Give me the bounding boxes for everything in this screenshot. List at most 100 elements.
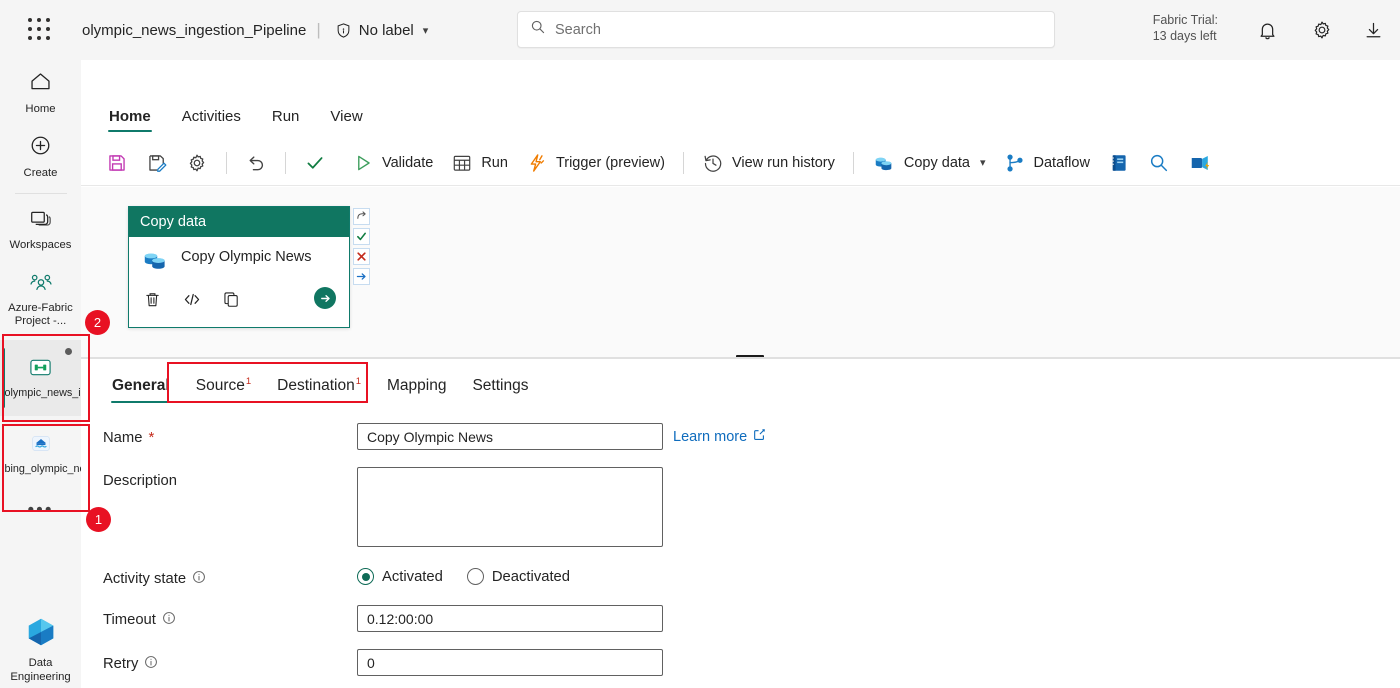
toolbar-divider xyxy=(285,151,286,174)
sensitivity-label-button[interactable]: No label ▾ xyxy=(335,21,428,39)
run-button[interactable]: Validate xyxy=(343,147,442,179)
data-engineering-icon xyxy=(24,615,58,654)
copy-data-icon xyxy=(141,248,171,281)
timeout-label: Timeout xyxy=(103,605,357,629)
duplicate-icon[interactable] xyxy=(222,290,241,309)
lakehouse-icon xyxy=(28,432,54,460)
sidebar-item-azure-fabric-project[interactable]: Azure-Fabric Project -... xyxy=(0,260,81,336)
radio-activated-label: Activated xyxy=(382,568,443,585)
radio-activated[interactable]: Activated xyxy=(357,568,443,585)
timeout-label-text: Timeout xyxy=(103,612,156,628)
sidebar-more-button[interactable]: ••• xyxy=(0,492,81,530)
dataflow-label: Dataflow xyxy=(1033,154,1090,171)
connector-on-skip[interactable] xyxy=(353,268,370,285)
sidebar-item-olympic-news-ingestion[interactable]: olympic_news_ingesti... xyxy=(0,339,119,416)
activity-type-label: Copy data xyxy=(129,207,349,237)
fast-copy-button[interactable] xyxy=(1179,147,1221,179)
connector-on-success[interactable] xyxy=(353,228,370,245)
unsaved-changes-dot xyxy=(65,347,72,355)
schedule-label: Run xyxy=(481,154,508,171)
radio-deactivated[interactable]: Deactivated xyxy=(466,568,570,585)
arrow-right-circle-icon[interactable] xyxy=(314,287,336,309)
trigger-button[interactable]: Trigger (preview) xyxy=(517,147,674,179)
view-run-history-button[interactable]: View run history xyxy=(693,147,844,179)
dataflow-button[interactable]: Dataflow xyxy=(995,147,1099,179)
tab-mapping[interactable]: Mapping xyxy=(375,370,458,406)
tab-view[interactable]: View xyxy=(317,100,375,136)
bell-icon[interactable] xyxy=(1252,15,1282,45)
search-box[interactable] xyxy=(517,11,1055,48)
tab-general[interactable]: General xyxy=(100,370,182,406)
connector-on-failure[interactable] xyxy=(353,248,370,265)
chevron-down-icon: ▾ xyxy=(979,157,986,169)
sidebar-tile-label: olympic_news_ingesti... xyxy=(4,386,119,399)
activity-connector-column xyxy=(353,208,370,285)
save-as-button[interactable] xyxy=(137,147,177,179)
tab-destination[interactable]: Destination1 xyxy=(265,369,373,406)
rail-divider xyxy=(14,193,67,194)
search-input[interactable] xyxy=(555,21,1042,38)
learn-more-link[interactable]: Learn more xyxy=(673,423,766,445)
trial-line-1: Fabric Trial: xyxy=(1152,13,1218,27)
view-run-history-label: View run history xyxy=(731,154,835,171)
tab-activities[interactable]: Activities xyxy=(169,100,254,136)
sidebar-item-label: Workspaces xyxy=(9,239,72,251)
activity-body: Copy Olympic News xyxy=(129,237,349,281)
open-external-icon xyxy=(753,428,766,445)
activity-state-label-text: Activity state xyxy=(103,571,187,587)
sidebar-bottom-label-2: Engineering xyxy=(10,670,71,683)
sensitivity-label-text: No label xyxy=(358,21,414,39)
sidebar-item-bing-olympic-news-db[interactable]: bing_olympic_news_db xyxy=(0,415,117,492)
shield-icon xyxy=(335,22,352,39)
undo-button[interactable] xyxy=(236,147,276,179)
gear-icon[interactable] xyxy=(1307,15,1337,45)
name-input[interactable] xyxy=(357,423,663,450)
search-activity-button[interactable] xyxy=(1139,147,1179,179)
activity-state-label: Activity state xyxy=(103,564,357,588)
activity-card-copy-data[interactable]: Copy data Copy Olympic News xyxy=(128,206,350,328)
form-row-name: Name * Learn more xyxy=(103,423,1400,450)
tab-settings[interactable]: Settings xyxy=(460,370,540,406)
description-label: Description xyxy=(103,467,357,489)
tab-mapping-label: Mapping xyxy=(387,377,447,394)
description-textarea[interactable] xyxy=(357,467,663,547)
pipeline-settings-button[interactable] xyxy=(177,147,217,179)
annotation-badge-1: 1 xyxy=(86,507,111,532)
timeout-input[interactable] xyxy=(357,605,663,632)
radio-activated-dot xyxy=(357,568,374,585)
sidebar-item-home[interactable]: Home xyxy=(0,60,81,124)
info-icon[interactable] xyxy=(192,570,206,588)
copy-data-button[interactable]: Copy data ▾ xyxy=(863,147,995,179)
sidebar-item-data-engineering[interactable]: Data Engineering xyxy=(0,615,81,684)
form-row-activity-state: Activity state Activated Deactivated xyxy=(103,564,1400,588)
app-launcher-icon[interactable] xyxy=(25,15,55,45)
pipeline-canvas[interactable]: Copy data Copy Olympic News xyxy=(81,187,1400,360)
tab-destination-label: Destination xyxy=(277,377,355,394)
ribbon-toolbar: Validate Run Trigger (preview) View run … xyxy=(81,140,1400,186)
download-icon[interactable] xyxy=(1358,15,1388,45)
sidebar-item-workspaces[interactable]: Workspaces xyxy=(0,197,81,260)
title-divider: | xyxy=(316,20,321,39)
tab-run[interactable]: Run xyxy=(259,100,313,136)
activity-state-radio-group: Activated Deactivated xyxy=(357,564,570,585)
trash-icon[interactable] xyxy=(143,290,162,309)
sidebar-item-create[interactable]: Create xyxy=(0,124,81,188)
trial-line-2: 13 days left xyxy=(1152,29,1217,43)
tab-source[interactable]: Source1 xyxy=(184,369,263,406)
tab-source-badge: 1 xyxy=(245,375,252,387)
save-button[interactable] xyxy=(97,147,137,179)
trigger-label: Trigger (preview) xyxy=(555,154,665,171)
tab-destination-badge: 1 xyxy=(355,375,361,387)
info-icon[interactable] xyxy=(162,611,176,629)
retry-input[interactable] xyxy=(357,649,663,676)
connector-on-completion[interactable] xyxy=(353,208,370,225)
notebook-button[interactable] xyxy=(1099,147,1139,179)
validate-button[interactable] xyxy=(295,147,343,179)
code-icon[interactable] xyxy=(182,290,202,309)
sidebar-tile-label: bing_olympic_news_db xyxy=(4,462,117,475)
ribbon-tab-strip: Home Activities Run View xyxy=(81,96,1400,140)
info-icon[interactable] xyxy=(144,655,158,673)
schedule-button[interactable]: Run xyxy=(442,147,517,179)
activity-name-label: Copy Olympic News xyxy=(181,249,312,265)
tab-home[interactable]: Home xyxy=(96,100,164,136)
